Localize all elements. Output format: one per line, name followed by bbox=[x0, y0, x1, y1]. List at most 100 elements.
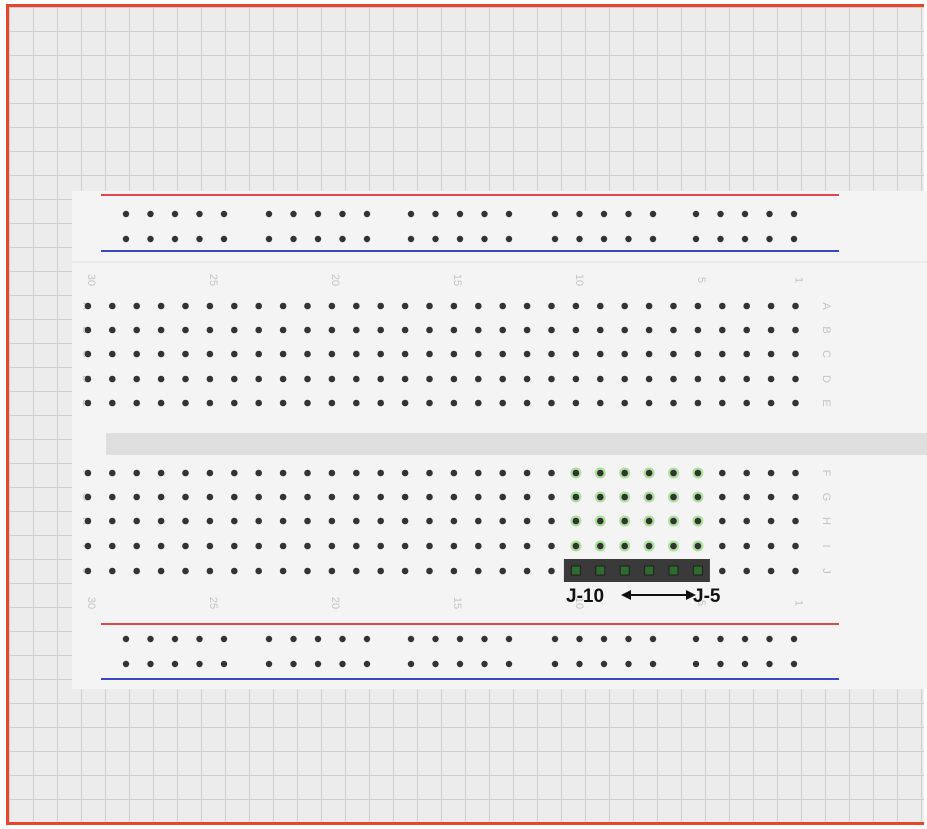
rail-hole[interactable] bbox=[481, 235, 488, 243]
terminal-hole[interactable] bbox=[499, 469, 507, 477]
terminal-hole[interactable] bbox=[279, 399, 287, 407]
rail-hole[interactable] bbox=[551, 235, 559, 243]
terminal-hole[interactable] bbox=[719, 469, 726, 477]
rail-hole[interactable] bbox=[407, 235, 415, 243]
rail-hole[interactable] bbox=[766, 660, 773, 668]
terminal-hole[interactable] bbox=[304, 493, 311, 501]
terminal-hole[interactable] bbox=[499, 399, 507, 407]
terminal-hole[interactable] bbox=[792, 542, 799, 550]
terminal-hole[interactable] bbox=[377, 493, 385, 501]
connected-terminal-hole[interactable] bbox=[597, 517, 604, 525]
rail-hole[interactable] bbox=[576, 660, 583, 668]
terminal-hole[interactable] bbox=[792, 302, 799, 310]
terminal-hole[interactable] bbox=[231, 542, 238, 550]
connected-terminal-hole[interactable] bbox=[645, 469, 653, 477]
terminal-hole[interactable] bbox=[426, 399, 433, 407]
rail-hole[interactable] bbox=[717, 210, 724, 218]
terminal-hole[interactable] bbox=[328, 350, 336, 358]
terminal-hole[interactable] bbox=[548, 302, 555, 310]
rail-hole[interactable] bbox=[290, 235, 297, 243]
terminal-hole[interactable] bbox=[377, 350, 385, 358]
terminal-hole[interactable] bbox=[548, 493, 555, 501]
header-pin[interactable] bbox=[644, 565, 655, 576]
terminal-hole[interactable] bbox=[231, 493, 238, 501]
terminal-hole[interactable] bbox=[475, 399, 482, 407]
terminal-hole[interactable] bbox=[304, 302, 311, 310]
terminal-hole[interactable] bbox=[767, 399, 775, 407]
rail-hole[interactable] bbox=[220, 235, 228, 243]
rail-hole[interactable] bbox=[741, 635, 749, 643]
terminal-hole[interactable] bbox=[645, 326, 653, 334]
rail-hole[interactable] bbox=[171, 210, 179, 218]
rail-hole[interactable] bbox=[407, 660, 415, 668]
connected-terminal-hole[interactable] bbox=[597, 469, 604, 477]
rail-hole[interactable] bbox=[196, 235, 203, 243]
connected-terminal-hole[interactable] bbox=[694, 469, 702, 477]
terminal-hole[interactable] bbox=[426, 542, 433, 550]
terminal-hole[interactable] bbox=[572, 350, 580, 358]
terminal-hole[interactable] bbox=[84, 493, 92, 501]
terminal-hole[interactable] bbox=[743, 399, 750, 407]
terminal-hole[interactable] bbox=[255, 542, 262, 550]
terminal-hole[interactable] bbox=[792, 375, 799, 383]
rail-hole[interactable] bbox=[122, 660, 130, 668]
connected-terminal-hole[interactable] bbox=[621, 517, 628, 525]
terminal-hole[interactable] bbox=[182, 399, 189, 407]
terminal-hole[interactable] bbox=[109, 542, 116, 550]
rail-hole[interactable] bbox=[600, 210, 608, 218]
terminal-hole[interactable] bbox=[401, 350, 409, 358]
terminal-hole[interactable] bbox=[84, 302, 92, 310]
rail-hole[interactable] bbox=[265, 660, 273, 668]
terminal-hole[interactable] bbox=[206, 326, 214, 334]
terminal-hole[interactable] bbox=[231, 469, 238, 477]
terminal-hole[interactable] bbox=[499, 567, 507, 575]
terminal-hole[interactable] bbox=[206, 399, 214, 407]
terminal-hole[interactable] bbox=[450, 493, 458, 501]
terminal-hole[interactable] bbox=[328, 469, 336, 477]
terminal-hole[interactable] bbox=[792, 399, 799, 407]
terminal-hole[interactable] bbox=[231, 350, 238, 358]
terminal-hole[interactable] bbox=[767, 326, 775, 334]
connected-terminal-hole[interactable] bbox=[670, 469, 677, 477]
terminal-hole[interactable] bbox=[133, 326, 140, 334]
rail-hole[interactable] bbox=[265, 635, 273, 643]
terminal-hole[interactable] bbox=[109, 326, 116, 334]
terminal-hole[interactable] bbox=[401, 469, 409, 477]
rail-hole[interactable] bbox=[790, 210, 798, 218]
terminal-hole[interactable] bbox=[328, 542, 336, 550]
terminal-hole[interactable] bbox=[182, 469, 189, 477]
terminal-hole[interactable] bbox=[255, 302, 262, 310]
terminal-hole[interactable] bbox=[328, 399, 336, 407]
connected-terminal-hole[interactable] bbox=[645, 493, 653, 501]
pin-header[interactable] bbox=[563, 559, 710, 582]
terminal-hole[interactable] bbox=[475, 517, 482, 525]
terminal-hole[interactable] bbox=[719, 350, 726, 358]
terminal-hole[interactable] bbox=[572, 399, 580, 407]
rail-hole[interactable] bbox=[600, 660, 608, 668]
terminal-hole[interactable] bbox=[206, 493, 214, 501]
terminal-hole[interactable] bbox=[231, 326, 238, 334]
rail-hole[interactable] bbox=[741, 210, 749, 218]
terminal-hole[interactable] bbox=[523, 375, 531, 383]
header-pin[interactable] bbox=[619, 565, 630, 576]
rail-hole[interactable] bbox=[171, 660, 179, 668]
terminal-hole[interactable] bbox=[572, 302, 580, 310]
terminal-hole[interactable] bbox=[499, 542, 507, 550]
terminal-hole[interactable] bbox=[255, 399, 262, 407]
terminal-hole[interactable] bbox=[84, 399, 92, 407]
terminal-hole[interactable] bbox=[401, 493, 409, 501]
terminal-hole[interactable] bbox=[328, 326, 336, 334]
rail-hole[interactable] bbox=[220, 660, 228, 668]
terminal-hole[interactable] bbox=[353, 326, 360, 334]
terminal-hole[interactable] bbox=[597, 302, 604, 310]
rail-hole[interactable] bbox=[122, 235, 130, 243]
terminal-hole[interactable] bbox=[792, 493, 799, 501]
terminal-hole[interactable] bbox=[499, 375, 507, 383]
terminal-hole[interactable] bbox=[719, 326, 726, 334]
terminal-hole[interactable] bbox=[377, 469, 385, 477]
terminal-hole[interactable] bbox=[279, 517, 287, 525]
terminal-hole[interactable] bbox=[523, 567, 531, 575]
terminal-hole[interactable] bbox=[304, 469, 311, 477]
terminal-hole[interactable] bbox=[353, 493, 360, 501]
terminal-hole[interactable] bbox=[328, 517, 336, 525]
